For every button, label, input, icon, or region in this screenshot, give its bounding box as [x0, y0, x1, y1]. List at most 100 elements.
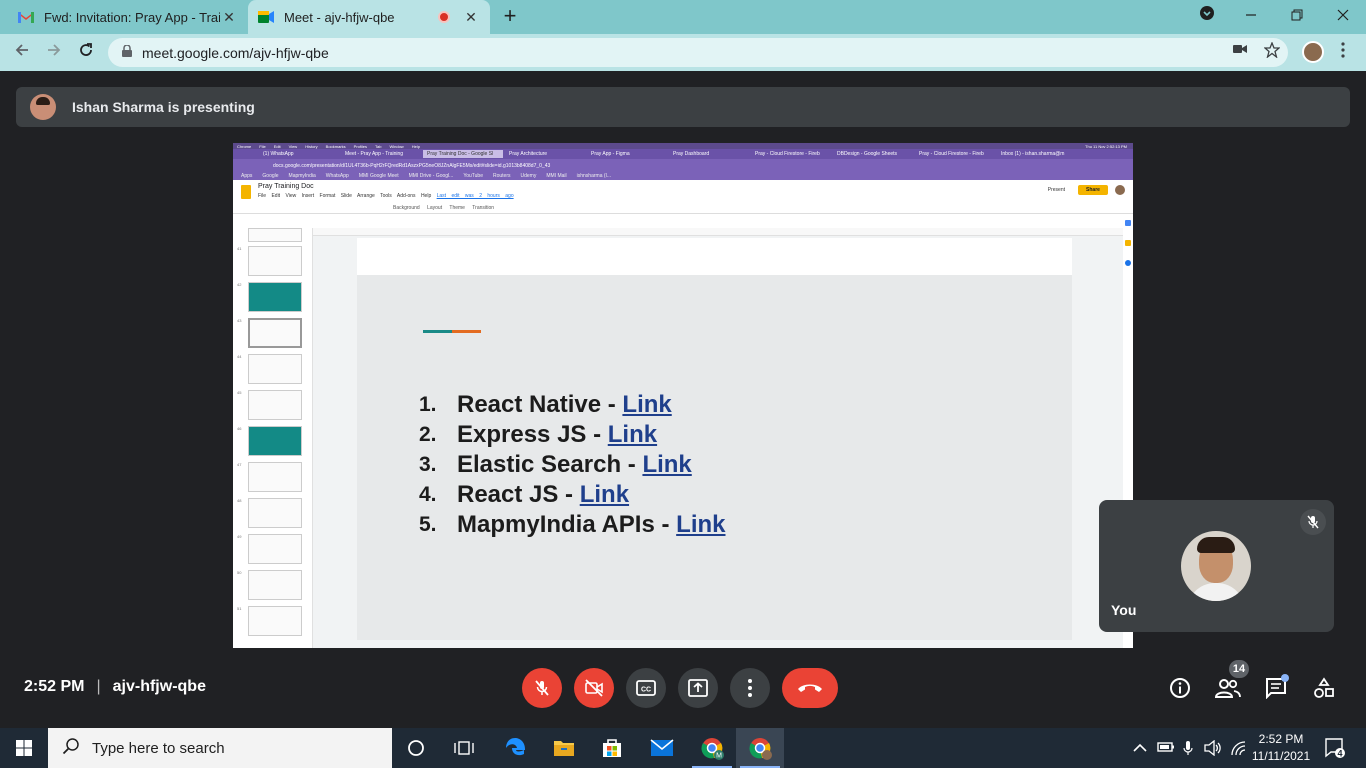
- bookmark: YouTube: [463, 173, 483, 179]
- more-options-button[interactable]: [730, 668, 770, 708]
- captions-button[interactable]: CC: [626, 668, 666, 708]
- tab-search-icon[interactable]: [1192, 4, 1222, 30]
- list-text: Elastic Search: [457, 451, 622, 478]
- chrome-taskbar-icon[interactable]: [736, 728, 784, 768]
- slide-number: 44: [237, 354, 242, 359]
- battery-icon[interactable]: [1157, 740, 1175, 756]
- microphone-icon[interactable]: [1183, 740, 1193, 759]
- toggle-camera-button[interactable]: [574, 668, 614, 708]
- activities-icon[interactable]: [1310, 674, 1338, 702]
- leave-call-button[interactable]: [782, 668, 838, 708]
- mic-off-icon: [535, 680, 549, 696]
- microsoft-store-icon[interactable]: [588, 728, 636, 768]
- edge-icon[interactable]: [492, 728, 540, 768]
- more-vert-icon: [748, 679, 752, 697]
- mac-menu-item: Window: [389, 143, 404, 149]
- volume-icon[interactable]: [1204, 739, 1222, 759]
- shared-screen: Chrome File Edit View History Bookmarks …: [233, 143, 1133, 648]
- bookmark-star-icon[interactable]: [1263, 41, 1281, 62]
- show-hidden-icons[interactable]: [1133, 740, 1147, 756]
- mac-menu-item: History: [305, 143, 318, 149]
- toolbar-label: Background: [393, 205, 420, 211]
- wifi-icon[interactable]: [1230, 740, 1246, 759]
- doc-menu-item: View: [285, 193, 297, 199]
- task-view-icon[interactable]: [440, 728, 488, 768]
- present-now-button[interactable]: [678, 668, 718, 708]
- chrome-profile-taskbar-icon[interactable]: M: [688, 728, 736, 768]
- slide-link: Link: [579, 481, 630, 508]
- notifications-icon[interactable]: 4: [1324, 737, 1346, 764]
- list-number: 2.: [419, 423, 437, 446]
- mac-clock: Thu 11 Nov 2:52:13 PM: [1085, 143, 1127, 149]
- slide-number: 45: [237, 390, 242, 395]
- search-placeholder: Type here to search: [92, 739, 225, 757]
- lock-icon: [122, 44, 132, 60]
- forward-icon[interactable]: [42, 40, 66, 64]
- back-icon[interactable]: [10, 40, 34, 64]
- bookmark: MapmyIndia: [288, 173, 316, 179]
- mac-menu-item: File: [259, 143, 266, 149]
- inner-browser-tabs: (1) WhatsApp Meet - Pray App - Training …: [233, 149, 1133, 159]
- address-bar[interactable]: meet.google.com/ajv-hfjw-qbe: [108, 38, 1288, 67]
- close-tab-icon[interactable]: ✕: [462, 9, 480, 26]
- mac-menu-item: Bookmarks: [325, 143, 346, 149]
- inner-tab: Pray Dashboard: [673, 151, 710, 157]
- slide-thumbnail: [248, 606, 302, 636]
- meeting-info-separator: |: [96, 678, 101, 695]
- slide-thumbnail: [248, 534, 302, 564]
- camera-in-use-icon[interactable]: [1233, 42, 1247, 59]
- list-text: React JS: [457, 481, 559, 508]
- slide-thumbnail: [248, 354, 302, 384]
- ruler: [313, 228, 1123, 236]
- cortana-icon[interactable]: [392, 728, 440, 768]
- svg-text:M: M: [716, 753, 722, 760]
- tab-gmail[interactable]: Fwd: Invitation: Pray App - Trainin ✕: [8, 0, 248, 34]
- profile-avatar[interactable]: [1302, 41, 1324, 63]
- doc-menu-item: Insert: [301, 193, 315, 199]
- chrome-menu-icon[interactable]: [1341, 42, 1345, 62]
- inner-url-bar: docs.google.com/presentation/d/1UL4T36b-…: [233, 159, 1133, 172]
- people-icon[interactable]: [1214, 674, 1242, 702]
- tab-meet[interactable]: Meet - ajv-hfjw-qbe ✕: [248, 0, 490, 34]
- start-button[interactable]: [0, 728, 48, 768]
- slide-number: 49: [237, 534, 242, 539]
- slide-thumbnail: [248, 246, 302, 276]
- slide-link: Link: [642, 451, 692, 478]
- list-dash: -: [558, 481, 580, 508]
- slide-thumbnail: [248, 462, 302, 492]
- toggle-mic-button[interactable]: [522, 668, 562, 708]
- recording-icon: [438, 11, 450, 23]
- list-number: 4.: [419, 483, 437, 506]
- mac-menu-item: Help: [411, 143, 420, 149]
- toolbar-label: Theme: [449, 205, 465, 211]
- new-message-dot: [1281, 674, 1289, 682]
- bookmark: Apps: [241, 173, 253, 179]
- slide-canvas-area: 1. React Native - Link 2. Express JS - Lin…: [313, 228, 1123, 648]
- list-item: 3. Elastic Search - Link: [419, 450, 726, 480]
- close-tab-icon[interactable]: ✕: [220, 9, 238, 26]
- browser-toolbar: meet.google.com/ajv-hfjw-qbe: [0, 34, 1366, 71]
- doc-menu-item: Help: [420, 193, 432, 199]
- close-window-icon[interactable]: [1328, 4, 1358, 30]
- meeting-code: ajv-hfjw-qbe: [112, 678, 206, 695]
- doc-menu-item: File: [258, 193, 267, 199]
- restore-icon[interactable]: [1282, 4, 1312, 30]
- mail-icon[interactable]: [638, 728, 686, 768]
- tab-title: Meet - ajv-hfjw-qbe: [284, 9, 395, 25]
- captions-icon: CC: [636, 680, 656, 696]
- slides-logo-icon: [241, 185, 251, 199]
- last-edit-text: Last edit was 2 hours ago: [436, 193, 514, 199]
- minimize-icon[interactable]: [1236, 4, 1266, 30]
- slide-number: 41: [237, 246, 242, 251]
- list-item: 1. React Native - Link: [419, 390, 726, 420]
- slide-link: Link: [676, 511, 726, 538]
- new-tab-button[interactable]: +: [498, 5, 522, 29]
- taskbar-clock[interactable]: 2:52 PM 11/11/2021: [1250, 731, 1312, 765]
- mac-menu-item: Chrome: [237, 143, 252, 149]
- taskbar-search-input[interactable]: Type here to search: [48, 728, 392, 768]
- meeting-details-icon[interactable]: [1166, 674, 1194, 702]
- doc-menu: File Edit View Insert Format Slide Arran…: [258, 193, 514, 199]
- reload-icon[interactable]: [74, 40, 98, 64]
- file-explorer-icon[interactable]: [540, 728, 588, 768]
- bookmark: MMI Google Meet: [358, 173, 399, 179]
